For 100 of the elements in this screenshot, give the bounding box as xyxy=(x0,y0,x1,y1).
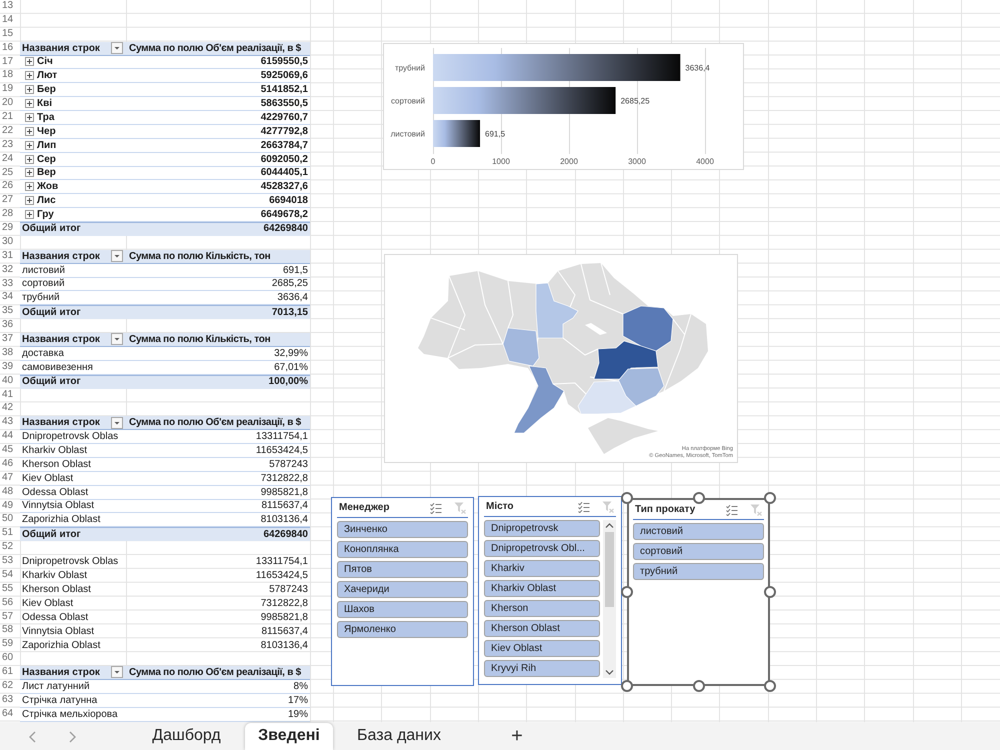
slicer-item[interactable]: Пятов xyxy=(337,561,468,578)
row-number: 46 xyxy=(1,458,14,471)
expand-icon[interactable] xyxy=(25,99,34,108)
row-number: 37 xyxy=(1,333,14,346)
total-label: Общий итог xyxy=(21,223,82,235)
resize-handle[interactable] xyxy=(692,680,704,692)
slicer-item[interactable]: Kharkiv xyxy=(484,560,600,577)
expand-icon[interactable] xyxy=(25,196,34,206)
row-number: 38 xyxy=(1,346,14,360)
column-header: Сумма по полю Об'єм реалізації, в $ xyxy=(128,42,302,54)
dropdown-icon[interactable] xyxy=(111,666,123,678)
slicer-item[interactable]: Kherson Oblast xyxy=(484,620,600,637)
row-number: 30 xyxy=(1,236,14,249)
slicer-item[interactable]: Kryvyi Rih xyxy=(484,660,600,677)
table-cell-text: 6649678,2 xyxy=(260,208,309,221)
expand-icon[interactable] xyxy=(25,85,34,94)
row-number: 29 xyxy=(1,222,14,235)
add-sheet-button[interactable]: + xyxy=(505,725,529,750)
row-number: 61 xyxy=(1,666,14,679)
slicer-item[interactable]: Kiev Oblast xyxy=(484,640,600,657)
multi-select-icon[interactable] xyxy=(430,502,442,514)
table-cell-text: 8115637,4 xyxy=(260,500,309,512)
slicer-item[interactable]: листовий xyxy=(633,523,764,540)
table-cell-text: 19% xyxy=(286,708,309,720)
resize-handle[interactable] xyxy=(764,586,776,598)
expand-icon[interactable] xyxy=(25,154,34,164)
sheet-tab[interactable]: Зведені xyxy=(245,723,333,750)
expand-icon[interactable] xyxy=(25,182,34,192)
slicer-item[interactable]: Шахов xyxy=(337,601,468,618)
row-number: 62 xyxy=(1,680,14,693)
row-number: 55 xyxy=(1,582,14,596)
slicer-item[interactable]: Kharkiv Oblast xyxy=(484,580,600,597)
dropdown-icon[interactable] xyxy=(111,416,123,429)
sheet-tab[interactable]: База даних xyxy=(343,723,455,750)
slicer-item[interactable]: Dnipropetrovsk Obl... xyxy=(484,540,600,557)
column-header: Сумма по полю Кількість, тон xyxy=(128,250,272,263)
scroll-down-icon[interactable] xyxy=(605,669,614,676)
row-number: 25 xyxy=(1,166,14,180)
slicer-item[interactable]: Kherson xyxy=(484,600,600,617)
table-cell-text: 5787243 xyxy=(268,458,309,471)
slicer-item[interactable]: Dnipropetrovsk xyxy=(484,520,600,537)
table-cell-text: 3636,4 xyxy=(276,291,309,304)
scroll-thumb[interactable] xyxy=(605,532,614,607)
category-label: листовий xyxy=(390,130,425,138)
table-cell-text: 67,01% xyxy=(273,360,309,374)
total-value: 7013,15 xyxy=(270,306,309,318)
slicer-item[interactable]: Ярмоленко xyxy=(337,621,468,638)
row-number: 51 xyxy=(1,527,14,540)
table-cell-text: листовий xyxy=(21,264,66,276)
expand-icon[interactable] xyxy=(25,140,34,150)
table-cell-text: самовивезення xyxy=(21,360,94,374)
row-number: 26 xyxy=(1,180,14,194)
row-number: 52 xyxy=(1,541,14,554)
table-cell-text: 7312822,8 xyxy=(260,472,309,485)
slicer-item[interactable]: Зинченко xyxy=(337,521,468,538)
row-number: 14 xyxy=(1,14,14,27)
slicer-item[interactable]: трубний xyxy=(633,563,764,580)
slicer-item[interactable]: Хачериди xyxy=(337,581,468,598)
resize-handle[interactable] xyxy=(764,492,776,504)
row-number: 28 xyxy=(1,208,14,222)
table-cell-text: 4277792,8 xyxy=(260,124,309,138)
expand-icon[interactable] xyxy=(25,71,34,80)
slicer-item[interactable]: сортовий xyxy=(633,543,764,560)
dropdown-icon[interactable] xyxy=(111,42,123,54)
slicer-item[interactable]: Коноплянка xyxy=(337,541,468,558)
expand-icon[interactable] xyxy=(25,57,34,66)
expand-icon[interactable] xyxy=(25,126,34,136)
sheet-tab[interactable]: Дашборд xyxy=(130,723,243,750)
row-number: 50 xyxy=(1,513,14,526)
table-cell-text: 5787243 xyxy=(268,583,309,597)
multi-select-icon[interactable] xyxy=(726,504,738,516)
row-number: 36 xyxy=(1,319,14,332)
row-number: 45 xyxy=(1,444,14,457)
row-label: Вер xyxy=(37,167,57,178)
expand-icon[interactable] xyxy=(25,168,34,178)
multi-select-icon[interactable] xyxy=(578,500,590,512)
table-cell-text: 8103136,4 xyxy=(260,638,309,652)
expand-icon[interactable] xyxy=(25,112,34,122)
table-cell-text: Стрічка мельхіорова xyxy=(21,708,119,720)
axis-tick-label: 0 xyxy=(430,157,436,166)
scroll-up-icon[interactable] xyxy=(605,522,614,529)
region-shape xyxy=(578,380,637,414)
row-label: Чер xyxy=(37,126,57,137)
table-cell-text: 11653424,5 xyxy=(254,444,309,457)
dropdown-icon[interactable] xyxy=(111,333,123,346)
dropdown-icon[interactable] xyxy=(111,250,123,262)
resize-handle[interactable] xyxy=(764,680,776,692)
total-label: Общий итог xyxy=(21,376,82,388)
row-label: Лют xyxy=(37,70,58,82)
expand-icon[interactable] xyxy=(25,210,34,220)
axis-tick-label: 3000 xyxy=(628,157,646,166)
value-label: 691,5 xyxy=(485,130,506,138)
slicer-title: Менеджер xyxy=(339,502,390,513)
table-cell-text: 2685,25 xyxy=(270,278,309,290)
resize-handle[interactable] xyxy=(692,492,704,504)
scrollbar[interactable] xyxy=(603,520,616,678)
resize-handle[interactable] xyxy=(621,586,633,598)
row-label: Жов xyxy=(37,181,60,192)
resize-handle[interactable] xyxy=(621,492,633,504)
resize-handle[interactable] xyxy=(621,680,633,692)
